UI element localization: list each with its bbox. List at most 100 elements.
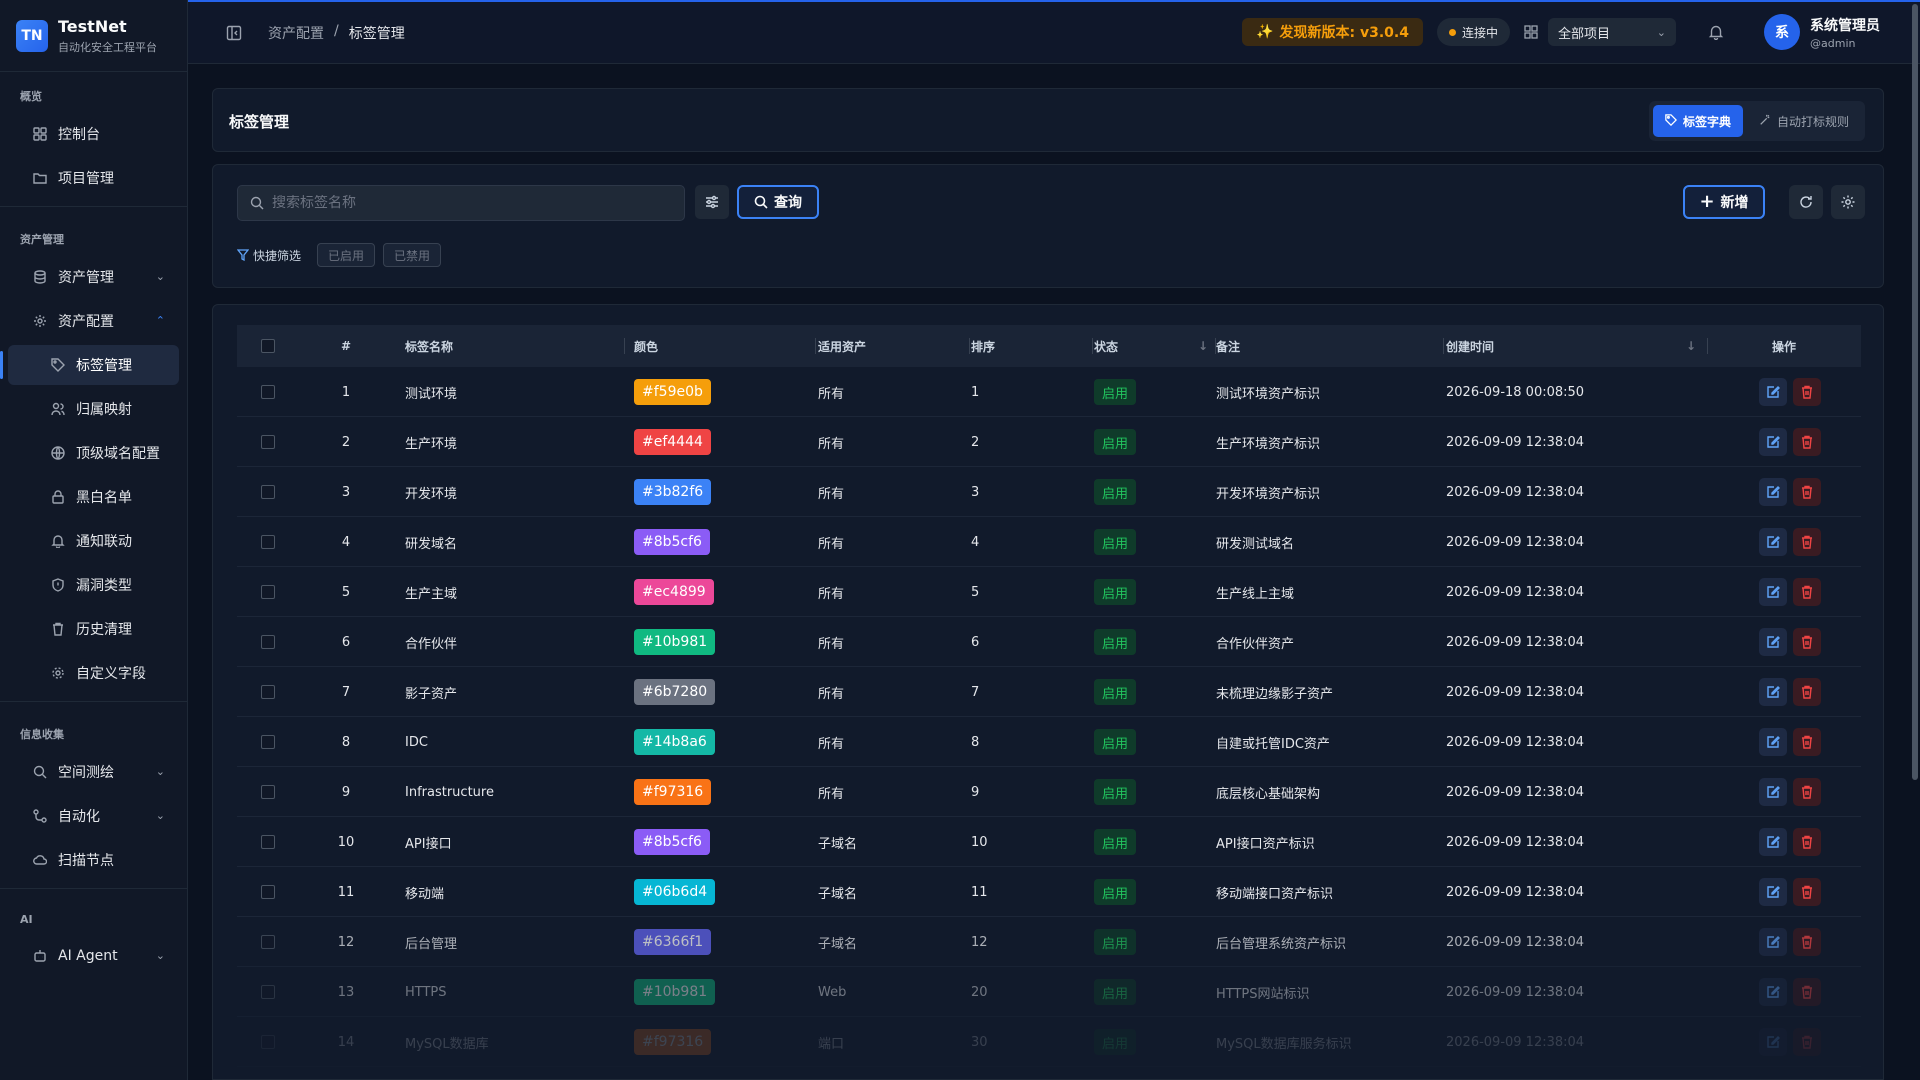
row-checkbox[interactable] bbox=[261, 635, 275, 649]
table-row[interactable]: 9 Infrastructure #f97316 所有 9 启用 底层核心基础架… bbox=[237, 767, 1861, 817]
table-row[interactable]: 2 生产环境 #ef4444 所有 2 启用 生产环境资产标识 2026-09-… bbox=[237, 417, 1861, 467]
tab-auto-tag-rules[interactable]: 自动打标规则 bbox=[1747, 105, 1861, 137]
edit-button[interactable] bbox=[1759, 478, 1787, 506]
row-checkbox[interactable] bbox=[261, 735, 275, 749]
sidebar-item-asset-config[interactable]: 资产配置 ⌃ bbox=[8, 301, 179, 341]
row-checkbox[interactable] bbox=[261, 1035, 275, 1049]
status-badge[interactable]: 启用 bbox=[1094, 579, 1137, 605]
delete-button[interactable] bbox=[1793, 978, 1821, 1006]
sidebar-item-dashboard[interactable]: 控制台 bbox=[8, 114, 179, 154]
status-badge[interactable]: 启用 bbox=[1094, 829, 1137, 855]
settings-button[interactable] bbox=[1831, 185, 1865, 219]
sidebar-item-space-mapping[interactable]: 空间测绘 ⌄ bbox=[8, 752, 179, 792]
status-badge[interactable]: 启用 bbox=[1094, 779, 1137, 805]
status-badge[interactable]: 启用 bbox=[1094, 679, 1137, 705]
table-row[interactable]: 4 研发域名 #8b5cf6 所有 4 启用 研发测试域名 2026-09-09… bbox=[237, 517, 1861, 567]
sidebar-item-ai-agent[interactable]: AI Agent ⌄ bbox=[8, 936, 179, 976]
sidebar-item-custom-fields[interactable]: 自定义字段 bbox=[8, 653, 179, 693]
status-badge[interactable]: 启用 bbox=[1094, 379, 1137, 405]
delete-button[interactable] bbox=[1793, 728, 1821, 756]
edit-button[interactable] bbox=[1759, 1028, 1787, 1056]
status-badge[interactable]: 启用 bbox=[1094, 1029, 1137, 1055]
row-checkbox[interactable] bbox=[261, 985, 275, 999]
edit-button[interactable] bbox=[1759, 628, 1787, 656]
table-row[interactable]: 5 生产主域 #ec4899 所有 5 启用 生产线上主域 2026-09-09… bbox=[237, 567, 1861, 617]
delete-button[interactable] bbox=[1793, 478, 1821, 506]
sidebar-item-history-clean[interactable]: 历史清理 bbox=[8, 609, 179, 649]
edit-button[interactable] bbox=[1759, 928, 1787, 956]
edit-button[interactable] bbox=[1759, 578, 1787, 606]
sort-arrow-icon[interactable]: ↓ bbox=[1686, 339, 1696, 353]
delete-button[interactable] bbox=[1793, 578, 1821, 606]
status-badge[interactable]: 启用 bbox=[1094, 529, 1137, 555]
delete-button[interactable] bbox=[1793, 928, 1821, 956]
edit-button[interactable] bbox=[1759, 878, 1787, 906]
search-box[interactable] bbox=[237, 185, 685, 221]
delete-button[interactable] bbox=[1793, 678, 1821, 706]
row-checkbox[interactable] bbox=[261, 885, 275, 899]
table-row[interactable]: 12 后台管理 #6366f1 子域名 12 启用 后台管理系统资产标识 202… bbox=[237, 917, 1861, 967]
row-checkbox[interactable] bbox=[261, 785, 275, 799]
column-header-status[interactable]: 状态 ↓ bbox=[1094, 325, 1216, 367]
delete-button[interactable] bbox=[1793, 778, 1821, 806]
row-checkbox[interactable] bbox=[261, 435, 275, 449]
table-row[interactable]: 8 IDC #14b8a6 所有 8 启用 自建或托管IDC资产 2026-09… bbox=[237, 717, 1861, 767]
sidebar-item-notify[interactable]: 通知联动 bbox=[8, 521, 179, 561]
sidebar-item-projects[interactable]: 项目管理 bbox=[8, 158, 179, 198]
sidebar-item-vuln-types[interactable]: 漏洞类型 bbox=[8, 565, 179, 605]
row-checkbox[interactable] bbox=[261, 585, 275, 599]
edit-button[interactable] bbox=[1759, 528, 1787, 556]
page-scrollbar[interactable] bbox=[1912, 4, 1918, 780]
status-badge[interactable]: 启用 bbox=[1094, 979, 1137, 1005]
filter-chip-disabled[interactable]: 已禁用 bbox=[383, 243, 442, 267]
edit-button[interactable] bbox=[1759, 978, 1787, 1006]
edit-button[interactable] bbox=[1759, 778, 1787, 806]
row-checkbox[interactable] bbox=[261, 835, 275, 849]
query-button[interactable]: 查询 bbox=[737, 185, 819, 219]
sidebar-item-automation[interactable]: 自动化 ⌄ bbox=[8, 796, 179, 836]
delete-button[interactable] bbox=[1793, 528, 1821, 556]
table-row[interactable]: 6 合作伙伴 #10b981 所有 6 启用 合作伙伴资产 2026-09-09… bbox=[237, 617, 1861, 667]
advanced-filter-button[interactable] bbox=[695, 185, 729, 219]
row-checkbox[interactable] bbox=[261, 685, 275, 699]
sidebar-toggle-icon[interactable] bbox=[222, 21, 246, 45]
edit-button[interactable] bbox=[1759, 678, 1787, 706]
delete-button[interactable] bbox=[1793, 628, 1821, 656]
refresh-button[interactable] bbox=[1789, 185, 1823, 219]
add-tag-button[interactable]: + 新增 bbox=[1683, 185, 1765, 219]
new-version-badge[interactable]: ✨ 发现新版本: v3.0.4 bbox=[1242, 18, 1423, 46]
sidebar-item-tag-management[interactable]: 标签管理 bbox=[0, 345, 179, 385]
table-row[interactable]: 10 API接口 #8b5cf6 子域名 10 启用 API接口资产标识 202… bbox=[237, 817, 1861, 867]
status-badge[interactable]: 启用 bbox=[1094, 929, 1137, 955]
tab-tag-dictionary[interactable]: 标签字典 bbox=[1652, 105, 1743, 137]
row-checkbox[interactable] bbox=[261, 535, 275, 549]
search-input[interactable] bbox=[272, 195, 672, 211]
row-checkbox[interactable] bbox=[261, 485, 275, 499]
user-menu[interactable]: 系 系统管理员 @admin bbox=[1764, 14, 1880, 50]
edit-button[interactable] bbox=[1759, 728, 1787, 756]
table-row[interactable]: 1 测试环境 #f59e0b 所有 1 启用 测试环境资产标识 2026-09-… bbox=[237, 367, 1861, 417]
table-row[interactable]: 11 移动端 #06b6d4 子域名 11 启用 移动端接口资产标识 2026-… bbox=[237, 867, 1861, 917]
column-header-created[interactable]: 创建时间 ↓ bbox=[1446, 325, 1708, 367]
edit-button[interactable] bbox=[1759, 378, 1787, 406]
breadcrumb-parent[interactable]: 资产配置 bbox=[268, 23, 324, 43]
row-checkbox[interactable] bbox=[261, 385, 275, 399]
delete-button[interactable] bbox=[1793, 428, 1821, 456]
status-badge[interactable]: 启用 bbox=[1094, 479, 1137, 505]
sidebar-item-asset-management[interactable]: 资产管理 ⌄ bbox=[8, 257, 179, 297]
table-row[interactable]: 7 影子资产 #6b7280 所有 7 启用 未梳理边缘影子资产 2026-09… bbox=[237, 667, 1861, 717]
row-checkbox[interactable] bbox=[261, 935, 275, 949]
sidebar-item-blackwhite-list[interactable]: 黑白名单 bbox=[8, 477, 179, 517]
sidebar-item-scan-nodes[interactable]: 扫描节点 bbox=[8, 840, 179, 880]
status-badge[interactable]: 启用 bbox=[1094, 879, 1137, 905]
sidebar-item-ownership[interactable]: 归属映射 bbox=[8, 389, 179, 429]
select-all-checkbox[interactable] bbox=[261, 339, 275, 353]
sidebar-item-tld-config[interactable]: 顶级域名配置 bbox=[8, 433, 179, 473]
edit-button[interactable] bbox=[1759, 428, 1787, 456]
sort-arrow-icon[interactable]: ↓ bbox=[1198, 339, 1208, 353]
filter-chip-enabled[interactable]: 已启用 bbox=[317, 243, 376, 267]
delete-button[interactable] bbox=[1793, 1028, 1821, 1056]
table-row[interactable]: 3 开发环境 #3b82f6 所有 3 启用 开发环境资产标识 2026-09-… bbox=[237, 467, 1861, 517]
notification-bell-icon[interactable] bbox=[1704, 20, 1728, 44]
table-row[interactable]: 14 MySQL数据库 #f97316 端口 30 启用 MySQL数据库服务标… bbox=[237, 1017, 1861, 1067]
